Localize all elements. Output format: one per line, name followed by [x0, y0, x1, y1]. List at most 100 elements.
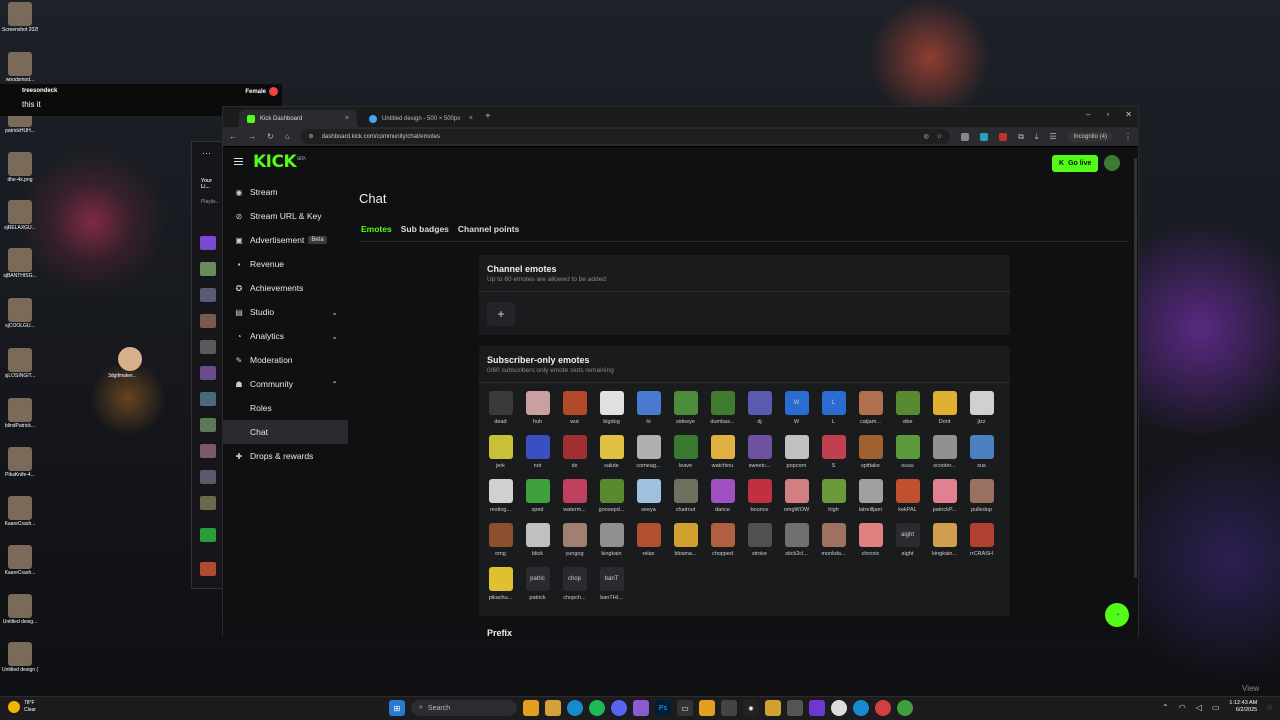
sidebar-item-analytics[interactable]: ◔ Analytics ⌄ — [223, 324, 348, 348]
emote-item[interactable]: jizz — [963, 391, 1000, 431]
emote-item[interactable]: kingkain... — [926, 523, 963, 563]
emote-item[interactable]: pulledup — [963, 479, 1000, 519]
emote-item[interactable]: sideeye — [667, 391, 704, 431]
battery-icon[interactable]: ▭ — [1212, 703, 1220, 712]
emote-item[interactable]: patrickP... — [926, 479, 963, 519]
app-icon[interactable] — [765, 700, 781, 716]
emote-item[interactable]: dx — [556, 435, 593, 475]
tab-search-icon[interactable]: ☰ — [1049, 132, 1056, 141]
close-icon[interactable]: × — [345, 115, 349, 122]
emote-item[interactable]: ouuu — [889, 435, 926, 475]
photoshop-icon[interactable]: Ps — [655, 700, 671, 716]
emote-item[interactable]: huh — [519, 391, 556, 431]
clock[interactable]: 1:12:43 AM 6/2/2025 — [1229, 700, 1257, 714]
emote-item[interactable]: scooter... — [926, 435, 963, 475]
site-info-icon[interactable]: ⊜ — [309, 133, 314, 140]
emote-item[interactable]: leave — [667, 435, 704, 475]
incognito-badge[interactable]: Incognito (4) — [1067, 131, 1113, 142]
maximize-icon[interactable]: ▫ — [1106, 110, 1109, 119]
emote-item[interactable]: aight aight — [889, 523, 926, 563]
desktop-avatar-icon[interactable] — [118, 347, 142, 371]
scrollbar[interactable] — [1134, 158, 1137, 578]
sidebar-item-roles[interactable]: Roles — [223, 396, 348, 420]
emote-item[interactable]: WW — [778, 391, 815, 431]
panel-thumb[interactable] — [200, 528, 216, 542]
sidebar-item-achievements[interactable]: ✪ Achievements — [223, 276, 348, 300]
tab-kick-dashboard[interactable]: Kick Dashboard × — [239, 110, 357, 127]
emote-item[interactable]: kingkain — [593, 523, 630, 563]
emote-item[interactable]: rrCRASH — [963, 523, 1000, 563]
sidebar-item-advertisement[interactable]: ▣ Advertisement Beta — [223, 228, 348, 252]
emote-item[interactable]: spittake — [852, 435, 889, 475]
desktop-file-icon[interactable]: sjBANTHISG... — [2, 248, 38, 279]
puzzle-icon[interactable]: ⧉ — [1018, 132, 1024, 142]
menu-icon[interactable]: ⋮ — [1124, 132, 1132, 141]
wifi-icon[interactable]: ◠ — [1179, 703, 1186, 712]
emote-item[interactable]: dumbas... — [704, 391, 741, 431]
chevron-up-icon[interactable]: ⌃ — [1162, 703, 1169, 712]
extension-icon[interactable] — [980, 132, 989, 141]
sidebar-item-moderation[interactable]: ✎ Moderation — [223, 348, 348, 372]
sidebar-item-stream[interactable]: ◉ Stream — [223, 180, 348, 204]
emote-item[interactable]: bounce — [741, 479, 778, 519]
emote-item[interactable]: seeya — [630, 479, 667, 519]
emote-item[interactable]: waterm... — [556, 479, 593, 519]
desktop-file-icon[interactable]: PikaKnife-4... — [2, 447, 38, 478]
sidebar-item-drops-rewards[interactable]: ✚ Drops & rewards — [223, 444, 348, 468]
app-icon[interactable] — [853, 700, 869, 716]
app-icon[interactable] — [699, 700, 715, 716]
weather-widget[interactable]: 78°F Clear — [8, 700, 36, 714]
app-icon[interactable] — [897, 700, 913, 716]
emote-item[interactable]: dance — [704, 479, 741, 519]
emote-item[interactable]: dj — [741, 391, 778, 431]
panel-thumb[interactable] — [200, 496, 216, 510]
home-icon[interactable]: ⌂ — [285, 132, 290, 141]
hamburger-icon[interactable] — [234, 158, 243, 165]
bookmark-star-icon[interactable]: ☆ — [937, 133, 942, 140]
app-icon[interactable] — [875, 700, 891, 716]
sidebar-item-chat[interactable]: Chat — [223, 420, 348, 444]
panel-thumb[interactable] — [200, 314, 216, 328]
tab-sub-badges[interactable]: Sub badges — [401, 224, 449, 234]
kick-logo[interactable]: KICKBETA — [253, 152, 306, 172]
panel-thumb[interactable] — [200, 288, 216, 302]
emote-item[interactable]: chop chopch... — [556, 567, 593, 607]
emote-item[interactable]: yungog — [556, 523, 593, 563]
support-chat-button[interactable]: ◔ — [1105, 603, 1129, 627]
emote-item[interactable]: LL — [815, 391, 852, 431]
emote-item[interactable]: chairout — [667, 479, 704, 519]
spotify-icon[interactable] — [589, 700, 605, 716]
emote-item[interactable]: hi — [630, 391, 667, 431]
emote-item[interactable]: relax — [630, 523, 667, 563]
emote-item[interactable]: omg — [482, 523, 519, 563]
edge-icon[interactable] — [567, 700, 583, 716]
emote-item[interactable]: patric patrick — [519, 567, 556, 607]
desktop-file-icon[interactable]: sjRELAXGU... — [2, 200, 38, 231]
sidebar-item-studio[interactable]: ▤ Studio ⌄ — [223, 300, 348, 324]
chevron-icon[interactable]: ⌄ — [331, 308, 338, 317]
close-window-icon[interactable]: ✕ — [1125, 110, 1132, 119]
sidebar-item-stream-url-key[interactable]: ⊘ Stream URL & Key — [223, 204, 348, 228]
panel-thumb[interactable] — [200, 418, 216, 432]
new-tab-icon[interactable]: + — [485, 111, 491, 122]
desktop-file-icon[interactable]: sjCOOLGU... — [2, 298, 38, 329]
desktop-file-icon[interactable]: dhe-4x.png — [2, 152, 38, 183]
chrome-icon[interactable] — [523, 700, 539, 716]
eye-off-icon[interactable]: ◎ — [924, 133, 929, 140]
emote-item[interactable]: blick — [519, 523, 556, 563]
emote-item[interactable]: goosepd... — [593, 479, 630, 519]
emote-item[interactable]: kekPAL — [889, 479, 926, 519]
panel-thumb[interactable] — [200, 392, 216, 406]
forward-icon[interactable]: → — [248, 132, 256, 141]
app-icon[interactable] — [831, 700, 847, 716]
desktop-file-icon[interactable]: Untitled desig... — [2, 594, 38, 625]
download-icon[interactable]: ⤓ — [1035, 132, 1039, 142]
panel-thumb[interactable] — [200, 470, 216, 484]
emote-item[interactable]: banT banTHI... — [593, 567, 630, 607]
emote-item[interactable]: chronic — [852, 523, 889, 563]
discord-icon[interactable] — [611, 700, 627, 716]
desktop-file-icon[interactable]: KaareCrash... — [2, 496, 38, 527]
tab-emotes[interactable]: Emotes — [361, 224, 392, 234]
emote-item[interactable]: monkda... — [815, 523, 852, 563]
emote-item[interactable]: latreilljam — [852, 479, 889, 519]
